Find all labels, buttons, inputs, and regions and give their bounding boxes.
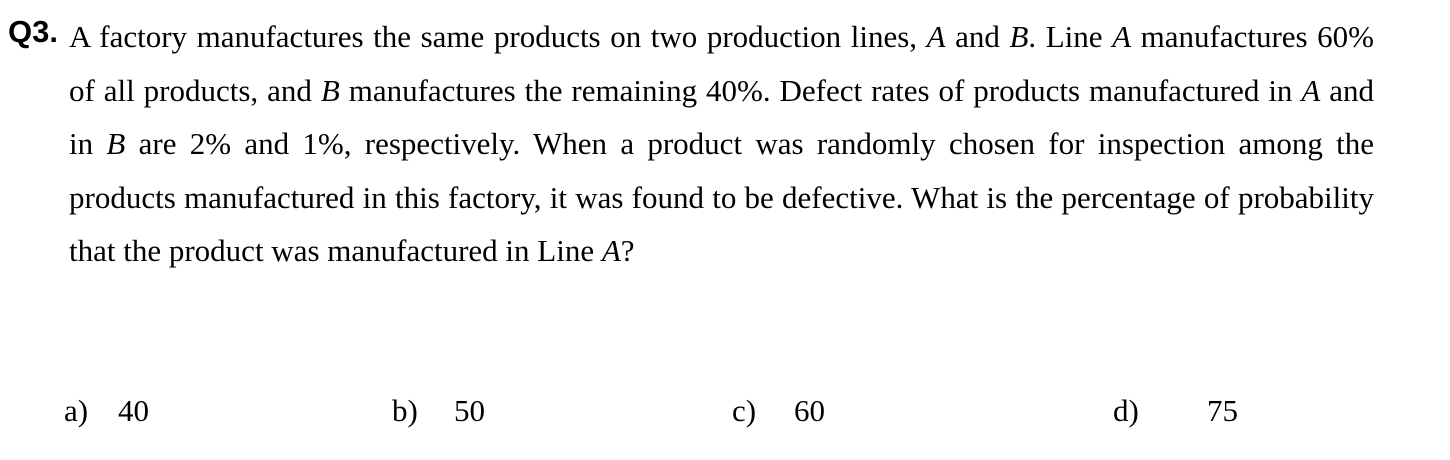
option-letter: a) [64,393,89,428]
option-d[interactable]: d) 75 [1113,389,1238,433]
option-value: 75 [1207,393,1238,428]
option-value: 40 [118,393,149,428]
option-value: 60 [794,393,825,428]
option-b[interactable]: b) 50 [392,389,485,433]
option-c[interactable]: c) 60 [732,389,825,433]
option-letter: d) [1113,393,1139,428]
question-text-segment: ? [620,233,635,268]
question-text-variable: A [926,19,946,54]
question-text-segment: . Line [1028,19,1113,54]
question-text-segment: A factory manufactures the same products… [69,19,927,54]
option-letter: c) [732,393,757,428]
question-text-variable: A [1301,72,1321,108]
question-text-variable: A [601,233,621,268]
question-text: A factory manufactures the same products… [69,10,1374,278]
question-text-segment: are 2% and 1%, respectively. When a prod… [69,126,1374,268]
question-text-segment: manufactures the remaining 40%. Defect r… [339,72,1302,108]
question-text-segment: and [945,19,1010,54]
question-text-variable: A [1112,19,1132,54]
option-a[interactable]: a) 40 [64,389,149,433]
question-text-variable: B [320,72,340,108]
option-letter: b) [392,393,418,428]
question-text-variable: B [106,126,126,161]
question-text-variable: B [1009,19,1029,54]
option-value: 50 [454,393,485,428]
question-number: Q3. [8,14,58,49]
